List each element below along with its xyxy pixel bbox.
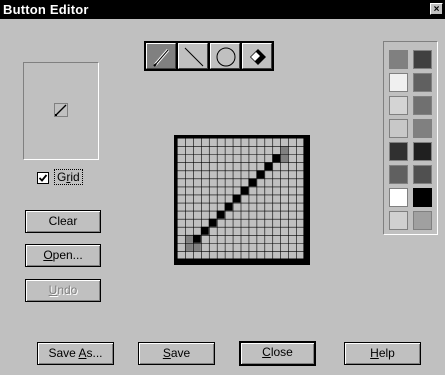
button-preview (23, 62, 99, 160)
pixel-cell (224, 202, 233, 211)
pixel-cell (216, 210, 225, 219)
color-swatch[interactable] (413, 188, 432, 207)
pencil-icon (153, 49, 170, 67)
window-title: Button Editor (3, 2, 89, 17)
help-mnemonic: H (370, 346, 379, 360)
clear-label: Clear (48, 214, 78, 228)
close-button[interactable]: Close (239, 341, 316, 366)
line-tool-button[interactable] (178, 43, 208, 69)
color-swatch[interactable] (389, 188, 408, 207)
line-icon (184, 47, 204, 67)
button-editor-window: Button Editor × Grid Clear Open... Undo … (0, 0, 445, 375)
pixel-cell (248, 178, 257, 187)
save-mnemonic: S (162, 346, 171, 360)
pixel-cell (200, 226, 209, 235)
title-bar[interactable]: Button Editor × (0, 0, 445, 19)
undo-button[interactable]: Undo (25, 279, 101, 302)
close-post: lose (270, 345, 293, 359)
line-preview-icon (54, 103, 68, 117)
color-swatch[interactable] (389, 96, 408, 115)
save-button[interactable]: Save (138, 342, 215, 365)
pixel-cell (208, 218, 217, 227)
color-swatch[interactable] (389, 165, 408, 184)
color-swatch[interactable] (389, 119, 408, 138)
pixel-cell (184, 234, 193, 243)
pixel-canvas[interactable] (177, 138, 304, 259)
grid-checkbox[interactable] (37, 172, 49, 184)
grid-label[interactable]: Grid (54, 169, 83, 185)
eraser-icon (250, 49, 266, 65)
save-as-button[interactable]: Save As... (37, 342, 114, 365)
color-swatch[interactable] (389, 142, 408, 161)
checkmark-icon (38, 174, 48, 182)
pixel-cell (232, 194, 241, 203)
drawing-toolbar (144, 41, 274, 71)
color-swatch[interactable] (413, 73, 432, 92)
open-label: pen... (52, 248, 83, 262)
open-button[interactable]: Open... (25, 244, 101, 267)
color-swatch[interactable] (389, 50, 408, 69)
save-as-post: s... (86, 346, 103, 360)
pixel-cell (240, 186, 249, 195)
pixel-cell (280, 146, 289, 155)
circle-tool-button[interactable] (210, 43, 240, 69)
circle-icon (216, 47, 236, 67)
pixel-cell (272, 154, 281, 163)
color-swatch[interactable] (413, 211, 432, 230)
close-mnemonic: C (262, 345, 271, 359)
undo-label: ndo (57, 283, 78, 297)
pixel-cell (256, 170, 265, 179)
eraser-tool-button[interactable] (242, 43, 272, 69)
pixel-cell (192, 242, 201, 251)
color-swatch[interactable] (413, 119, 432, 138)
color-swatch[interactable] (413, 142, 432, 161)
pixel-cell (280, 154, 289, 163)
save-as-mnemonic: A (78, 346, 87, 360)
color-swatch[interactable] (413, 165, 432, 184)
undo-mnemonic: U (48, 283, 58, 297)
pixel-cell (264, 162, 273, 171)
pencil-tool-button[interactable] (146, 43, 176, 69)
clear-button[interactable]: Clear (25, 210, 101, 233)
close-icon[interactable]: × (430, 3, 443, 15)
color-swatch[interactable] (413, 96, 432, 115)
color-swatch[interactable] (413, 50, 432, 69)
grid-label-pre: G (57, 170, 67, 184)
pixel-canvas-frame (174, 135, 310, 265)
open-mnemonic: O (43, 248, 53, 262)
save-as-pre: Save (48, 346, 79, 360)
pixel-cell (192, 234, 201, 243)
help-post: elp (378, 346, 395, 360)
color-palette (383, 41, 438, 235)
grid-label-post: id (70, 170, 80, 184)
save-post: ave (170, 346, 191, 360)
pixel-cell (184, 242, 193, 251)
color-swatch[interactable] (389, 73, 408, 92)
color-swatch[interactable] (389, 211, 408, 230)
help-button[interactable]: Help (344, 342, 421, 365)
